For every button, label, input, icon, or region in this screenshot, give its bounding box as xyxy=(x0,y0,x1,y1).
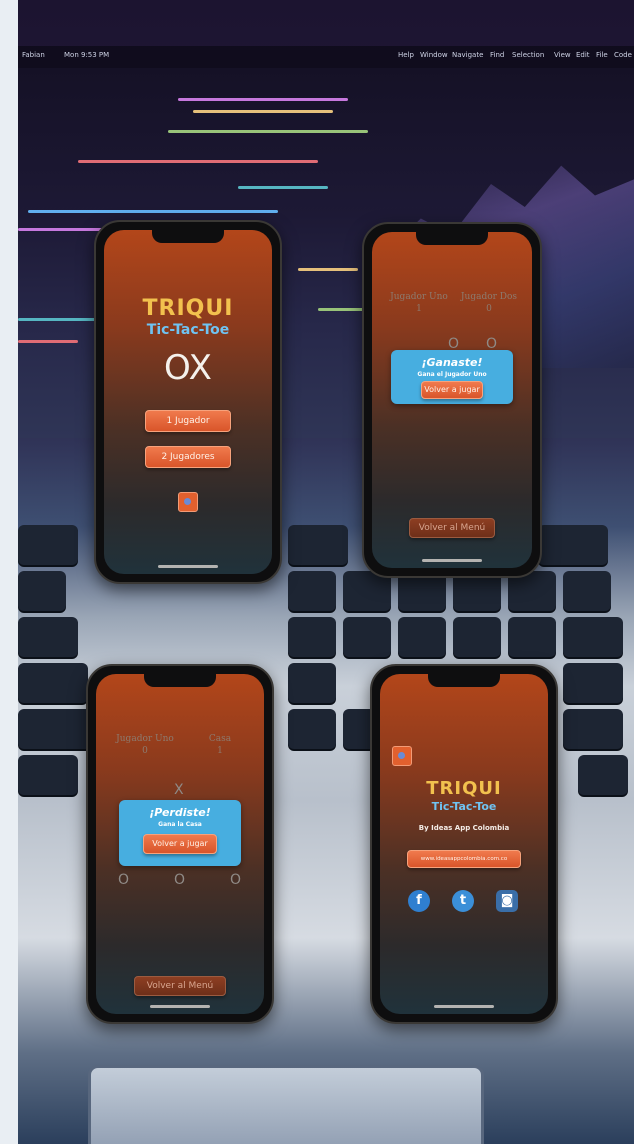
key xyxy=(508,617,556,657)
code-line xyxy=(18,318,98,321)
menubar-navigate: Navigate xyxy=(452,51,484,59)
player-one-score: 0 xyxy=(142,746,148,756)
key xyxy=(288,663,336,703)
code-line xyxy=(238,186,328,189)
key xyxy=(288,571,336,611)
menubar-user: Fabian xyxy=(22,51,45,59)
key xyxy=(288,525,348,565)
one-player-button[interactable]: 1 Jugador xyxy=(145,410,231,432)
back-settings-icon[interactable] xyxy=(392,746,412,766)
board-mark-x[interactable]: X xyxy=(174,782,184,798)
popup-subtitle: Gana la Casa xyxy=(158,821,202,828)
menubar-code: Code xyxy=(614,51,632,59)
facebook-icon[interactable]: f xyxy=(408,890,430,912)
code-line xyxy=(168,130,368,133)
phone-win-screen: Jugador Uno 1 Jugador Dos 0 O O ¡Ganaste… xyxy=(362,222,542,578)
home-indicator xyxy=(158,565,218,568)
phone-screen: Jugador Uno 0 Casa 1 X ¡Perdiste! Gana l… xyxy=(96,674,264,1014)
trackpad xyxy=(88,1065,484,1144)
key xyxy=(563,663,623,703)
menubar-find: Find xyxy=(490,51,505,59)
code-line xyxy=(18,340,78,343)
key xyxy=(18,663,88,703)
key xyxy=(288,709,336,749)
popup-title: ¡Ganaste! xyxy=(421,356,483,369)
two-player-button[interactable]: 2 Jugadores xyxy=(145,446,231,468)
popup-title: ¡Perdiste! xyxy=(149,806,211,819)
code-line xyxy=(298,268,358,271)
menubar-file: File xyxy=(596,51,608,59)
player-one-label: Jugador Uno xyxy=(116,734,174,744)
phone-lose-screen: Jugador Uno 0 Casa 1 X ¡Perdiste! Gana l… xyxy=(86,664,274,1024)
code-line xyxy=(318,308,368,311)
key xyxy=(398,617,446,657)
twitter-icon[interactable]: t xyxy=(452,890,474,912)
back-to-menu-button[interactable]: Volver al Menú xyxy=(409,518,495,538)
player-two-label: Jugador Dos xyxy=(460,292,518,302)
key xyxy=(343,617,391,657)
key xyxy=(18,755,78,795)
menubar-clock: Mon 9:53 PM xyxy=(64,51,110,59)
player-two-score: 1 xyxy=(217,746,223,756)
phone-screen: TRIQUI Tic-Tac-Toe By Ideas App Colombia… xyxy=(380,674,548,1014)
code-line xyxy=(28,210,278,213)
board-mark-o[interactable]: O xyxy=(230,872,241,888)
key xyxy=(18,525,78,565)
settings-gear-icon[interactable] xyxy=(178,492,198,512)
key xyxy=(288,617,336,657)
home-indicator xyxy=(422,559,482,562)
board-mark-o[interactable]: O xyxy=(174,872,185,888)
menubar-help: Help xyxy=(398,51,414,59)
key xyxy=(563,571,611,611)
lose-popup: ¡Perdiste! Gana la Casa Volver a jugar xyxy=(119,800,241,866)
phone-about-screen: TRIQUI Tic-Tac-Toe By Ideas App Colombia… xyxy=(370,664,558,1024)
menubar-window: Window xyxy=(420,51,448,59)
key xyxy=(563,709,623,749)
website-button[interactable]: www.ideasappcolombia.com.co xyxy=(407,850,521,868)
app-title: TRIQUI xyxy=(142,296,234,321)
code-line xyxy=(193,110,333,113)
home-indicator xyxy=(150,1005,210,1008)
phone-notch xyxy=(144,674,216,687)
back-to-menu-button[interactable]: Volver al Menú xyxy=(134,976,226,996)
player-one-label: Jugador Uno xyxy=(390,292,448,302)
board-mark-o[interactable]: O xyxy=(118,872,129,888)
player-one-score: 1 xyxy=(416,304,422,314)
menubar-edit: Edit xyxy=(576,51,590,59)
home-indicator xyxy=(434,1005,494,1008)
menubar-selection: Selection xyxy=(512,51,545,59)
phone-screen: Jugador Uno 1 Jugador Dos 0 O O ¡Ganaste… xyxy=(372,232,532,568)
key xyxy=(18,571,66,611)
key xyxy=(18,617,78,657)
key xyxy=(563,617,623,657)
key xyxy=(453,617,501,657)
key xyxy=(578,755,628,795)
replay-button[interactable]: Volver a jugar xyxy=(143,834,217,854)
key xyxy=(538,525,608,565)
popup-subtitle: Gana el Jugador Uno xyxy=(417,371,487,378)
app-title: TRIQUI xyxy=(426,778,502,799)
code-line xyxy=(178,98,348,101)
phone-screen: TRIQUI Tic-Tac-Toe OX 1 Jugador 2 Jugado… xyxy=(104,230,272,574)
replay-button[interactable]: Volver a jugar xyxy=(421,381,483,399)
menubar-view: View xyxy=(554,51,571,59)
mac-menubar: Fabian Mon 9:53 PM Help Window Navigate … xyxy=(18,46,634,68)
win-popup: ¡Ganaste! Gana el Jugador Uno Volver a j… xyxy=(391,350,513,404)
app-subtitle: Tic-Tac-Toe xyxy=(146,322,230,338)
ox-logo: OX xyxy=(164,348,212,388)
phone-notch xyxy=(152,230,224,243)
player-two-score: 0 xyxy=(486,304,492,314)
code-line xyxy=(78,160,318,163)
phone-notch xyxy=(428,674,500,687)
credit-text: By Ideas App Colombia xyxy=(418,824,510,832)
phone-notch xyxy=(416,232,488,245)
phone-main-menu: TRIQUI Tic-Tac-Toe OX 1 Jugador 2 Jugado… xyxy=(94,220,282,584)
instagram-icon[interactable]: ◙ xyxy=(496,890,518,912)
app-subtitle: Tic-Tac-Toe xyxy=(431,800,497,813)
player-two-label: Casa xyxy=(208,734,232,744)
